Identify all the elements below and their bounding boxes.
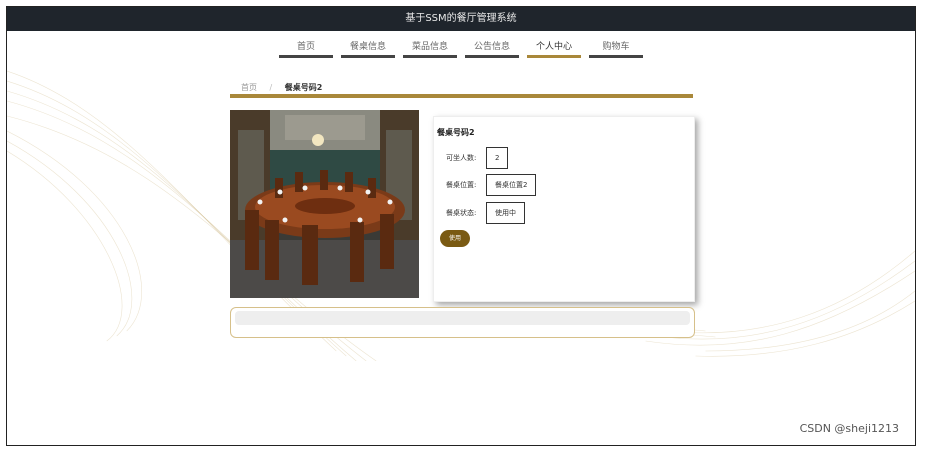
comment-panel-bar	[235, 311, 690, 325]
use-button[interactable]: 使用	[440, 230, 470, 247]
field-value: 使用中	[486, 202, 525, 224]
nav-item-dishes[interactable]: 菜品信息	[403, 37, 457, 58]
field-value: 2	[486, 147, 509, 169]
app-title-bar: 基于SSM的餐厅管理系统	[7, 7, 915, 31]
field-location: 餐桌位置: 餐桌位置2	[446, 174, 537, 196]
breadcrumb-separator: /	[269, 83, 273, 92]
section-divider	[230, 94, 693, 98]
page-frame: 基于SSM的餐厅管理系统 首页 餐桌信息 菜品信息 公告信息 个人中心 购物车	[6, 6, 916, 446]
field-label: 餐桌状态:	[446, 209, 477, 217]
breadcrumb-current: 餐桌号码2	[284, 83, 323, 92]
main-nav: 首页 餐桌信息 菜品信息 公告信息 个人中心 购物车	[7, 37, 915, 63]
field-label: 可坐人数:	[446, 154, 477, 162]
app-title: 基于SSM的餐厅管理系统	[405, 13, 517, 24]
table-detail-card: 餐桌号码2 可坐人数: 2 餐桌位置: 餐桌位置2 餐桌状态: 使用中 使用	[433, 116, 695, 302]
comment-panel	[230, 307, 695, 338]
nav-item-tables[interactable]: 餐桌信息	[341, 37, 395, 58]
table-photo	[230, 110, 419, 298]
detail-title: 餐桌号码2	[437, 128, 475, 137]
watermark: CSDN @sheji1213	[799, 422, 899, 435]
field-value: 餐桌位置2	[486, 174, 537, 196]
breadcrumb: 首页 / 餐桌号码2	[241, 82, 322, 93]
nav-item-home[interactable]: 首页	[279, 37, 333, 58]
field-status: 餐桌状态: 使用中	[446, 202, 525, 224]
nav-item-announcements[interactable]: 公告信息	[465, 37, 519, 58]
breadcrumb-home[interactable]: 首页	[241, 83, 257, 92]
field-label: 餐桌位置:	[446, 181, 477, 189]
field-capacity: 可坐人数: 2	[446, 147, 509, 169]
nav-item-personal-center[interactable]: 个人中心	[527, 37, 581, 58]
nav-item-cart[interactable]: 购物车	[589, 37, 643, 58]
